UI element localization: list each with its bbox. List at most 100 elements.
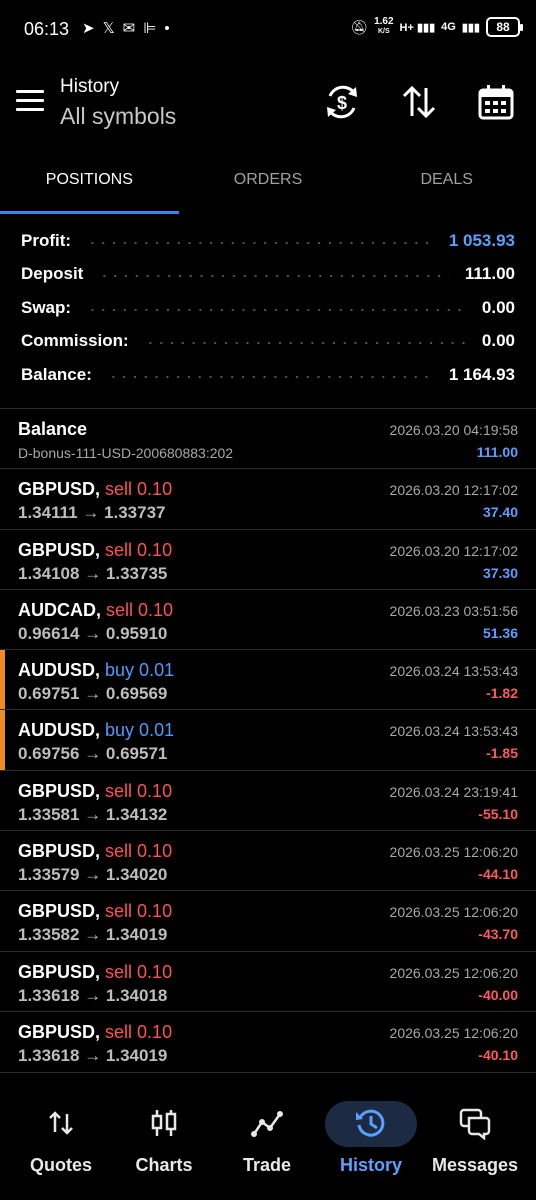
row-profit: 111.00 bbox=[476, 444, 518, 460]
summary-value: 0.00 bbox=[481, 331, 515, 351]
row-symbol-line: GBPUSD, sell 0.10 bbox=[18, 841, 172, 862]
tab-positions[interactable]: POSITIONS bbox=[0, 150, 179, 214]
row-profit: 51.36 bbox=[482, 624, 518, 641]
position-row[interactable]: GBPUSD, sell 0.10 1.33579 → 1.34020 2026.0… bbox=[0, 830, 536, 890]
nav-label: History bbox=[339, 1155, 402, 1175]
row-symbol-line: AUDUSD, buy 0.01 bbox=[18, 660, 174, 681]
tab-orders[interactable]: ORDERS bbox=[179, 150, 358, 214]
row-symbol: GBPUSD, bbox=[18, 780, 101, 801]
summary-profit: Profit: 1 053.93 bbox=[0, 224, 536, 258]
network-type: 4G bbox=[441, 21, 456, 33]
calendar-icon[interactable] bbox=[476, 82, 516, 122]
symbol-filter[interactable]: All symbols bbox=[60, 103, 176, 130]
row-symbol: GBPUSD, bbox=[18, 479, 101, 500]
messages-icon bbox=[459, 1108, 491, 1140]
currency-exchange-icon[interactable]: $ bbox=[322, 82, 362, 122]
nav-label: Charts bbox=[135, 1155, 193, 1175]
nav-trade[interactable]: Trade bbox=[214, 1073, 320, 1200]
row-side: buy 0.01 bbox=[105, 660, 175, 681]
nav-label: Quotes bbox=[29, 1155, 92, 1175]
position-row[interactable]: AUDUSD, buy 0.01 0.69756 → 0.69571 2026.03… bbox=[0, 709, 536, 771]
nav-quotes[interactable]: Quotes bbox=[8, 1073, 114, 1200]
app-icon: ⊫ bbox=[143, 20, 157, 37]
row-profit: -1.82 bbox=[486, 685, 518, 702]
row-time: 2026.03.25 12:06:20 bbox=[389, 844, 518, 861]
positions-list: Balance D-bonus-111-USD-200680883:202 2026… bbox=[0, 408, 536, 1071]
row-detail: 1.34108 → 1.33735 bbox=[18, 563, 168, 583]
mail-icon: ✉ bbox=[122, 20, 136, 37]
nav-history[interactable]: History bbox=[318, 1073, 424, 1200]
status-right: 🔕︎ 1.62 K/S H+ ▮▮▮ 4G ▮▮▮ 88 bbox=[350, 17, 523, 37]
mute-icon: 🔕︎ bbox=[350, 18, 369, 35]
position-row[interactable]: GBPUSD, sell 0.10 1.33618 → 1.34019 2026.0… bbox=[0, 1010, 536, 1071]
row-symbol-line: AUDUSD, buy 0.01 bbox=[18, 720, 174, 741]
position-row[interactable]: AUDUSD, buy 0.01 0.69751 → 0.69569 2026.03… bbox=[0, 649, 536, 710]
bottom-navigation: Quotes Charts Trade History Messages bbox=[0, 1072, 536, 1200]
signal-icon-2: ▮▮▮ bbox=[461, 21, 480, 34]
position-row[interactable]: AUDCAD, sell 0.10 0.96614 → 0.95910 2026.0… bbox=[0, 588, 536, 649]
row-profit: -44.10 bbox=[478, 866, 518, 883]
row-detail: D-bonus-111-USD-200680883:202 bbox=[18, 445, 234, 461]
row-detail: 1.33579 → 1.34020 bbox=[18, 865, 168, 885]
row-side: sell 0.10 bbox=[105, 479, 173, 500]
row-detail: 1.34111 → 1.33737 bbox=[18, 503, 166, 523]
summary-value: 1 164.93 bbox=[448, 364, 515, 384]
row-time: 2026.03.20 04:19:58 bbox=[389, 422, 518, 438]
row-symbol: GBPUSD, bbox=[18, 901, 101, 922]
position-row[interactable]: GBPUSD, sell 0.10 1.33582 → 1.34019 2026.0… bbox=[0, 890, 536, 950]
history-clock-icon bbox=[356, 1109, 385, 1137]
row-side: sell 0.10 bbox=[105, 961, 173, 982]
row-time: 2026.03.24 23:19:41 bbox=[389, 783, 518, 800]
row-detail: 0.69751 → 0.69569 bbox=[18, 684, 168, 704]
row-symbol-line: AUDCAD, sell 0.10 bbox=[18, 600, 173, 621]
summary-label: Commission: bbox=[21, 331, 129, 351]
nav-label: Messages bbox=[431, 1155, 519, 1175]
summary-label: Deposit bbox=[21, 264, 84, 284]
row-side: sell 0.10 bbox=[105, 539, 173, 560]
status-bar: 06:13 ➤ 𝕏 ✉ ⊫ • 🔕︎ 1.62 K/S H+ ▮▮▮ 4G ▮▮… bbox=[0, 0, 536, 60]
row-symbol-line: GBPUSD, sell 0.10 bbox=[18, 479, 172, 500]
row-symbol: AUDUSD, bbox=[18, 720, 101, 741]
position-row[interactable]: Balance D-bonus-111-USD-200680883:202 2026… bbox=[0, 408, 536, 468]
summary-label: Profit: bbox=[21, 230, 72, 250]
row-detail: 1.33618 → 1.34018 bbox=[18, 985, 168, 1005]
row-symbol: Balance bbox=[18, 419, 88, 439]
summary-panel: Profit: 1 053.93 Deposit 111.00 Swap: 0.… bbox=[0, 224, 536, 392]
nav-messages[interactable]: Messages bbox=[422, 1073, 528, 1200]
app-header: History All symbols $ bbox=[0, 60, 536, 150]
row-time: 2026.03.24 13:53:43 bbox=[389, 663, 518, 680]
row-symbol-line: GBPUSD, sell 0.10 bbox=[18, 1022, 172, 1043]
summary-label: Swap: bbox=[21, 297, 72, 317]
row-symbol: AUDUSD, bbox=[18, 660, 101, 681]
position-row[interactable]: GBPUSD, sell 0.10 1.33618 → 1.34018 2026.0… bbox=[0, 950, 536, 1011]
row-detail: 0.69756 → 0.69571 bbox=[18, 744, 168, 764]
row-time: 2026.03.24 13:53:43 bbox=[389, 723, 518, 740]
sort-icon[interactable] bbox=[399, 82, 439, 122]
tab-deals[interactable]: DEALS bbox=[357, 150, 536, 214]
row-profit: -40.00 bbox=[478, 986, 518, 1003]
telegram-icon: ➤ bbox=[82, 20, 95, 37]
position-row[interactable]: GBPUSD, sell 0.10 1.34108 → 1.33735 2026.0… bbox=[0, 528, 536, 589]
position-row[interactable]: GBPUSD, sell 0.10 1.34111 → 1.33737 2026.0… bbox=[0, 468, 536, 528]
row-symbol: GBPUSD, bbox=[18, 539, 101, 560]
row-detail: 1.33618 → 1.34019 bbox=[18, 1045, 168, 1065]
nav-charts[interactable]: Charts bbox=[111, 1073, 217, 1200]
row-side: sell 0.10 bbox=[105, 841, 173, 862]
nav-label: Trade bbox=[242, 1155, 292, 1175]
menu-icon[interactable] bbox=[16, 90, 44, 112]
row-profit: -1.85 bbox=[486, 745, 518, 762]
row-time: 2026.03.25 12:06:20 bbox=[389, 1024, 518, 1041]
row-time: 2026.03.25 12:06:20 bbox=[389, 904, 518, 921]
battery-icon: 88 bbox=[486, 17, 523, 37]
row-detail: 1.33582 → 1.34019 bbox=[18, 925, 168, 945]
row-side: sell 0.10 bbox=[105, 1021, 173, 1042]
row-time: 2026.03.20 12:17:02 bbox=[389, 542, 518, 559]
row-symbol-line: GBPUSD, sell 0.10 bbox=[18, 781, 172, 802]
row-time: 2026.03.23 03:51:56 bbox=[389, 602, 518, 619]
row-side: sell 0.10 bbox=[106, 599, 174, 620]
position-row[interactable]: GBPUSD, sell 0.10 1.33581 → 1.34132 2026.0… bbox=[0, 769, 536, 830]
row-profit: 37.40 bbox=[482, 504, 518, 521]
summary-commission: Commission: 0.00 bbox=[0, 325, 536, 359]
row-symbol-line: GBPUSD, sell 0.10 bbox=[18, 901, 172, 922]
summary-deposit: Deposit 111.00 bbox=[0, 258, 536, 292]
